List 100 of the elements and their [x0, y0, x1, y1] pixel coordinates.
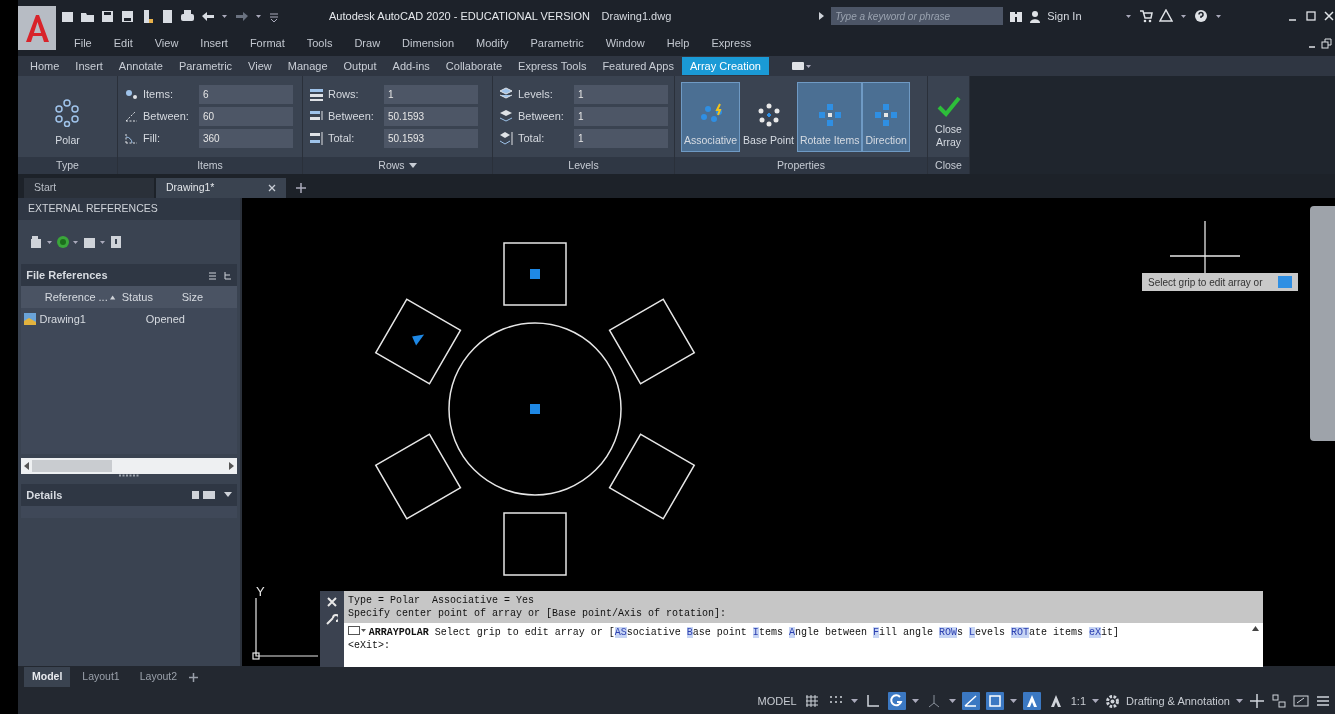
tracking-icon[interactable] [962, 693, 979, 709]
sort-ascending-icon[interactable] [110, 294, 116, 300]
refresh-icon[interactable] [55, 235, 70, 249]
property-toggle-button[interactable]: Base Point [740, 81, 797, 152]
close-icon[interactable] [268, 184, 276, 192]
dropdown-caret-icon[interactable] [223, 492, 232, 498]
object-snap-icon[interactable] [986, 693, 1003, 709]
layout-tab[interactable]: Layout2 [131, 667, 186, 687]
dropdown-caret-icon[interactable] [408, 162, 417, 169]
ribbon-tab[interactable]: Output [335, 56, 385, 76]
dropdown-caret-icon[interactable] [1092, 698, 1100, 704]
input-field[interactable]: 360 [199, 129, 293, 148]
tree-view-icon[interactable] [222, 270, 232, 280]
save-icon[interactable] [100, 8, 115, 24]
dropdown-caret-icon[interactable] [1009, 698, 1017, 704]
input-field[interactable]: 6 [199, 85, 293, 104]
document-tab[interactable]: Drawing1* [156, 178, 286, 198]
attach-icon[interactable] [29, 235, 43, 249]
details-icon[interactable] [191, 490, 201, 500]
grid-icon[interactable] [803, 693, 820, 709]
menu-item[interactable]: Edit [113, 34, 133, 52]
command-prompt[interactable]: ARRAYPOLAR Select grip to edit array or [ASsociative Base point Items Angle between Fill angle ROWs Levels ROTate items eXit] [368, 626, 1120, 639]
ribbon-tab[interactable]: Parametric [170, 56, 241, 76]
workspace-label[interactable]: Drafting & Annotation [1126, 692, 1230, 710]
help-book-icon[interactable] [108, 235, 123, 249]
input-field[interactable]: 50.1593 [384, 107, 478, 126]
ribbon-tab[interactable]: View [240, 56, 280, 76]
scrollbar-thumb[interactable] [31, 460, 112, 472]
ribbon-tab[interactable]: Home [22, 56, 68, 76]
ribbon-tab[interactable]: Manage [279, 56, 336, 76]
change-path-icon[interactable] [82, 235, 96, 249]
restore-icon[interactable] [1321, 37, 1333, 49]
save-as-icon[interactable] [120, 8, 135, 24]
plus-icon[interactable] [1249, 693, 1265, 709]
wrench-icon[interactable] [326, 613, 338, 625]
column-header[interactable]: Size [181, 288, 204, 306]
sign-in-link[interactable]: Sign In [1047, 7, 1082, 25]
close-icon[interactable] [327, 597, 337, 607]
settings-icon[interactable] [1105, 693, 1121, 709]
scroll-up-icon[interactable] [1252, 626, 1259, 631]
menu-item[interactable]: View [154, 34, 179, 52]
cart-icon[interactable] [1138, 9, 1153, 23]
close-array-button[interactable]: Close Array [928, 81, 969, 152]
expand-arrow-icon[interactable] [817, 11, 826, 21]
isolate-objects-icon[interactable] [1271, 693, 1287, 709]
file-reference-name[interactable]: Drawing1 [39, 310, 86, 328]
menu-item[interactable]: Help [666, 34, 690, 52]
command-input[interactable]: <eXit>: [348, 639, 1252, 652]
input-field[interactable]: 50.1593 [384, 129, 478, 148]
input-field[interactable]: 1 [384, 85, 478, 104]
add-tab-icon[interactable] [296, 183, 306, 193]
dropdown-caret-icon[interactable] [1236, 698, 1243, 704]
resize-grip-icon[interactable] [119, 474, 139, 477]
binoculars-icon[interactable] [1009, 9, 1024, 23]
menu-item[interactable]: Insert [200, 34, 228, 52]
menu-item[interactable]: Window [605, 34, 645, 52]
help-icon[interactable] [1193, 9, 1208, 23]
dropdown-caret-icon[interactable] [850, 698, 858, 704]
fullscreen-icon[interactable] [1293, 693, 1309, 709]
column-header[interactable]: Reference ... [44, 288, 108, 306]
polar-tracking-icon[interactable] [888, 693, 905, 709]
dropdown-caret-icon[interactable] [911, 698, 919, 704]
menu-item[interactable]: Dimension [402, 34, 455, 52]
preview-icon[interactable] [203, 490, 215, 500]
property-toggle-button[interactable]: Associative [681, 81, 741, 152]
camera-icon[interactable] [790, 61, 813, 71]
command-history-icon[interactable] [348, 626, 366, 636]
horizontal-scrollbar[interactable] [20, 458, 238, 474]
ribbon-tab[interactable]: Express Tools [510, 56, 595, 76]
printer-icon[interactable] [180, 8, 195, 24]
menu-item[interactable]: Express [711, 34, 752, 52]
search-field[interactable]: Type a keyword or phrase [831, 7, 1004, 25]
annotation-scale-label[interactable]: 1:1 [1070, 692, 1087, 710]
menu-item[interactable]: Format [249, 34, 285, 52]
ribbon-tab[interactable]: Annotate [110, 56, 171, 76]
add-layout-icon[interactable] [189, 672, 199, 682]
model-space-button[interactable]: MODEL [757, 692, 797, 710]
input-field[interactable]: 1 [574, 107, 668, 126]
close-icon[interactable] [1323, 10, 1335, 22]
input-field[interactable]: 1 [574, 85, 668, 104]
menu-item[interactable]: Parametric [530, 34, 584, 52]
menu-item[interactable]: Draw [354, 34, 381, 52]
ribbon-tab[interactable]: Insert [67, 56, 111, 76]
maximize-icon[interactable] [1305, 10, 1317, 22]
menu-item[interactable]: File [74, 34, 92, 52]
layout-tab[interactable]: Model [24, 667, 71, 687]
grip-handle[interactable] [530, 404, 540, 414]
input-field[interactable]: 1 [574, 129, 668, 148]
dropdown-caret-icon[interactable] [948, 698, 956, 704]
dynamic-input-field[interactable] [1277, 276, 1292, 288]
ribbon-tab[interactable]: Collaborate [437, 56, 511, 76]
ortho-icon[interactable] [864, 693, 881, 709]
property-toggle-button[interactable]: Rotate Items [796, 81, 863, 152]
user-icon[interactable] [1029, 9, 1042, 23]
property-toggle-button[interactable]: Direction [862, 81, 910, 152]
menu-item[interactable]: Modify [476, 34, 509, 52]
list-view-icon[interactable] [208, 270, 218, 280]
scroll-right-icon[interactable] [228, 462, 235, 470]
column-header[interactable]: Status [121, 288, 153, 306]
grip-handle[interactable] [530, 269, 540, 279]
